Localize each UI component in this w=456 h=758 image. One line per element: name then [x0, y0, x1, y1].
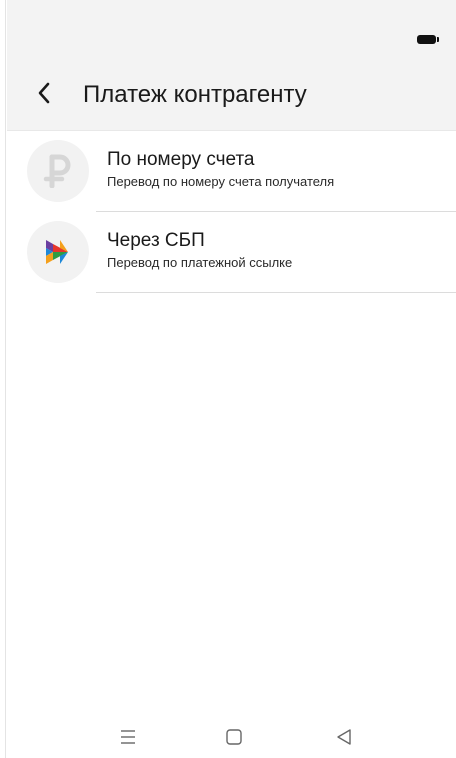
list-item-account-number[interactable]: По номеру счета Перевод по номеру счета … — [7, 131, 456, 212]
menu-button[interactable] — [117, 726, 139, 748]
item-divider — [96, 292, 456, 293]
home-icon — [226, 729, 242, 745]
battery-icon — [417, 35, 439, 44]
ruble-icon-circle — [27, 140, 89, 202]
top-app-bar: Платеж контрагенту — [7, 0, 456, 130]
home-button[interactable] — [223, 726, 245, 748]
system-nav-bar — [7, 718, 456, 758]
left-edge — [0, 0, 6, 758]
triangle-back-icon — [337, 729, 351, 745]
payment-method-list: По номеру счета Перевод по номеру счета … — [7, 131, 456, 293]
page-title: Платеж контрагенту — [83, 81, 307, 108]
screen: Платеж контрагенту По номеру счета Перев… — [0, 0, 456, 758]
item-text: По номеру счета Перевод по номеру счета … — [107, 149, 446, 191]
sbp-logo-icon — [46, 240, 68, 264]
nav-back-button[interactable] — [333, 726, 355, 748]
status-bar — [7, 0, 456, 52]
menu-icon — [121, 730, 135, 744]
item-title: По номеру счета — [107, 149, 255, 170]
item-subtitle: Перевод по платежной ссылке — [107, 255, 293, 270]
chevron-left-icon — [38, 82, 50, 104]
sbp-icon-circle — [27, 221, 89, 283]
item-title: Через СБП — [107, 230, 205, 251]
back-button[interactable] — [29, 78, 59, 108]
item-subtitle: Перевод по номеру счета получателя — [107, 174, 335, 189]
list-item-sbp[interactable]: Через СБП Перевод по платежной ссылке — [7, 212, 456, 293]
ruble-icon — [43, 154, 71, 188]
item-text: Через СБП Перевод по платежной ссылке — [107, 230, 446, 272]
